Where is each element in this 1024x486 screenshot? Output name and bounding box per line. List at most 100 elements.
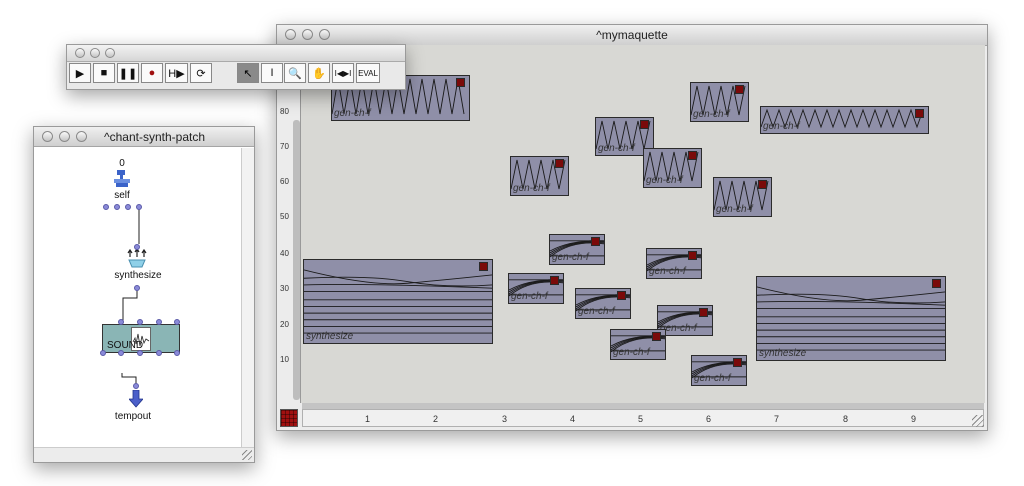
x-tick: 8 (843, 414, 849, 424)
outlet-port[interactable] (114, 204, 120, 210)
outlet-port[interactable] (136, 204, 142, 210)
close-button[interactable] (42, 131, 53, 142)
gen-clip[interactable]: gen-ch-f (646, 248, 702, 279)
gen-clip[interactable]: gen-ch-f (549, 234, 605, 265)
inlet-port[interactable] (137, 319, 143, 325)
synthesize-icon[interactable] (126, 247, 148, 269)
x-tick: 4 (570, 414, 576, 424)
outlet-port[interactable] (103, 204, 109, 210)
gen-clip[interactable]: gen-ch-f (643, 148, 702, 188)
play-button[interactable]: ▶ (69, 63, 91, 83)
chant-clip[interactable]: synthesize (756, 276, 946, 361)
inlet-port[interactable] (118, 319, 124, 325)
gen-clip[interactable]: gen-ch-f (690, 82, 749, 122)
eval-button[interactable]: EVAL (356, 63, 380, 83)
inlet-port[interactable] (134, 244, 140, 250)
grid-icon[interactable] (280, 409, 298, 427)
gen-clip[interactable]: gen-ch-f (508, 273, 564, 304)
close-button[interactable] (285, 29, 296, 40)
zoom-tool-button[interactable]: 🔍 (284, 63, 306, 83)
clip-marker[interactable] (456, 78, 465, 87)
self-value[interactable]: 0 (115, 158, 129, 169)
outlet-port[interactable] (134, 285, 140, 291)
clip-marker[interactable] (735, 85, 744, 94)
stop-button[interactable]: ■ (93, 63, 115, 83)
clip-label: gen-ch-f (578, 306, 615, 317)
clip-marker[interactable] (932, 279, 941, 288)
y-tick: 80 (280, 107, 289, 116)
clip-marker[interactable] (733, 358, 742, 367)
vertical-scrollbar[interactable] (293, 120, 300, 400)
clip-marker[interactable] (591, 237, 600, 246)
toolbar-titlebar[interactable] (67, 45, 405, 62)
clip-label: gen-ch-f (763, 121, 800, 132)
x-tick: 5 (638, 414, 644, 424)
play-from-start-button[interactable]: H▶ (165, 63, 188, 83)
gen-clip[interactable]: gen-ch-f (691, 355, 747, 386)
minimize-button[interactable] (59, 131, 70, 142)
close-button[interactable] (75, 48, 85, 58)
clip-label: gen-ch-f (649, 266, 686, 277)
clip-marker[interactable] (617, 291, 626, 300)
outlet-port[interactable] (118, 350, 124, 356)
patch-title: ^chant-synth-patch (104, 130, 206, 144)
sound-box[interactable]: SOUND (102, 324, 180, 353)
tempout-arrow-icon[interactable] (128, 389, 144, 408)
gen-clip[interactable]: gen-ch-f (575, 288, 631, 319)
gen-clip[interactable]: gen-ch-f (510, 156, 569, 196)
inlet-port[interactable] (156, 319, 162, 325)
gen-clip[interactable]: gen-ch-f (713, 177, 772, 217)
loop-button[interactable]: ⟳ (190, 63, 212, 83)
zoom-button[interactable] (319, 29, 330, 40)
x-tick: 1 (365, 414, 371, 424)
select-tool-button[interactable]: ↖ (237, 63, 259, 83)
clip-marker[interactable] (640, 120, 649, 129)
clip-label: gen-ch-f (513, 183, 550, 194)
outlet-port[interactable] (174, 350, 180, 356)
inlet-port[interactable] (133, 383, 139, 389)
clip-marker[interactable] (699, 308, 708, 317)
x-tick: 7 (774, 414, 780, 424)
text-cursor-tool-button[interactable]: I (261, 63, 283, 83)
clip-marker[interactable] (555, 159, 564, 168)
fit-interval-button[interactable]: I◀▶I (332, 63, 354, 83)
tempout-label: tempout (114, 411, 152, 422)
inlet-port[interactable] (174, 319, 180, 325)
record-button[interactable]: ● (141, 63, 163, 83)
self-label: self (114, 190, 130, 201)
minimize-button[interactable] (302, 29, 313, 40)
outlet-port[interactable] (100, 350, 106, 356)
zoom-button[interactable] (105, 48, 115, 58)
clip-label: gen-ch-f (716, 204, 753, 215)
y-tick: 60 (280, 177, 289, 186)
self-icon[interactable] (114, 170, 130, 188)
resize-grip-icon[interactable] (972, 415, 984, 427)
y-tick: 30 (280, 284, 289, 293)
clip-marker[interactable] (915, 109, 924, 118)
clip-label: gen-ch-f (598, 143, 635, 154)
outlet-port[interactable] (125, 204, 131, 210)
clip-marker[interactable] (652, 332, 661, 341)
clip-marker[interactable] (550, 276, 559, 285)
gen-clip[interactable]: gen-ch-f (760, 106, 929, 134)
x-tick: 6 (706, 414, 712, 424)
clip-marker[interactable] (758, 180, 767, 189)
clip-marker[interactable] (479, 262, 488, 271)
minimize-button[interactable] (90, 48, 100, 58)
outlet-port[interactable] (156, 350, 162, 356)
clip-label: gen-ch-f (334, 108, 371, 119)
y-tick: 20 (280, 320, 289, 329)
hand-tool-button[interactable]: ✋ (308, 63, 330, 83)
clip-marker[interactable] (688, 251, 697, 260)
clip-label: gen-ch-f (646, 175, 683, 186)
chant-clip[interactable]: synthesize (303, 259, 493, 344)
y-tick: 50 (280, 212, 289, 221)
gen-clip[interactable]: gen-ch-f (610, 329, 666, 360)
maquette-titlebar[interactable]: ^mymaquette (277, 25, 987, 46)
patch-scrollbar[interactable] (241, 148, 254, 448)
pause-button[interactable]: ❚❚ (117, 63, 139, 83)
resize-grip-icon[interactable] (242, 450, 252, 460)
clip-marker[interactable] (688, 151, 697, 160)
zoom-button[interactable] (76, 131, 87, 142)
outlet-port[interactable] (137, 350, 143, 356)
